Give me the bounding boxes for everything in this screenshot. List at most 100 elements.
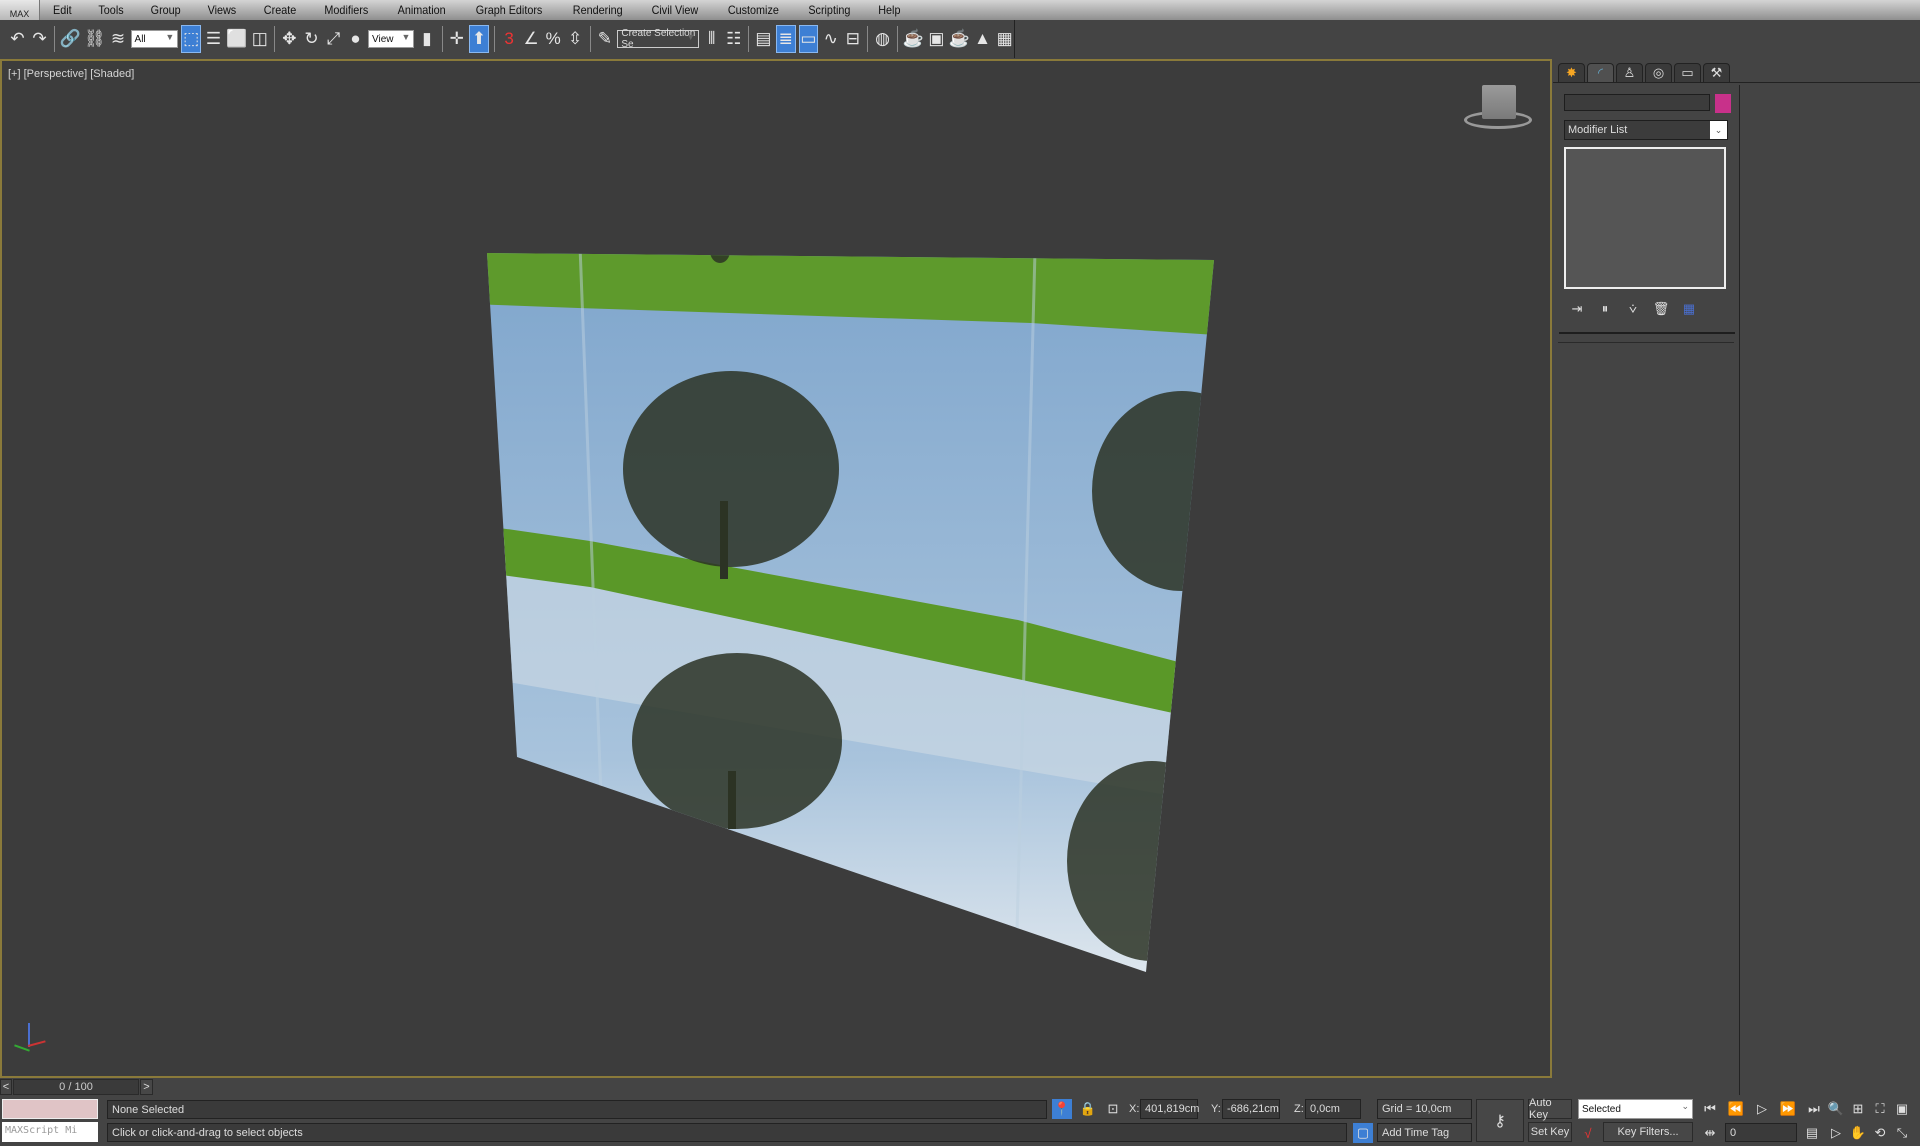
- zoom-extents-icon[interactable]: ⛶: [1870, 1099, 1890, 1119]
- menu-civil-view[interactable]: Civil View: [641, 3, 709, 17]
- rectangular-region-icon[interactable]: ⬜: [226, 25, 247, 53]
- time-tag-icon[interactable]: ▢: [1353, 1123, 1373, 1143]
- align-icon[interactable]: ☷: [724, 25, 743, 53]
- time-slider[interactable]: 0 / 100: [13, 1079, 139, 1095]
- render-in-cloud-icon[interactable]: ▦: [995, 25, 1014, 53]
- mirror-icon[interactable]: ⫴: [702, 25, 721, 53]
- select-by-name-icon[interactable]: ☰: [204, 25, 223, 53]
- go-to-end-icon[interactable]: ⏭: [1804, 1099, 1824, 1119]
- placement-icon[interactable]: ●: [346, 25, 365, 53]
- snaps-toggle-icon[interactable]: 3: [500, 25, 519, 53]
- object-color-swatch[interactable]: [1715, 94, 1731, 113]
- z-coordinate-field[interactable]: 0,0cm: [1305, 1099, 1361, 1119]
- manipulate-icon[interactable]: ✛: [447, 25, 466, 53]
- object-name-input[interactable]: [1564, 94, 1710, 111]
- ribbon-toggle-icon[interactable]: ▭: [798, 25, 819, 53]
- scale-icon[interactable]: ⤢: [324, 25, 343, 53]
- menu-views[interactable]: Views: [197, 3, 247, 17]
- motion-tab[interactable]: ◎: [1645, 63, 1672, 82]
- angle-snap-icon[interactable]: ∠: [522, 25, 541, 53]
- window-crossing-icon[interactable]: ◫: [250, 25, 269, 53]
- previous-frame-button[interactable]: <: [0, 1079, 12, 1095]
- view-cube[interactable]: [1460, 81, 1536, 133]
- layer-explorer-icon[interactable]: ▤: [754, 25, 773, 53]
- perspective-viewport[interactable]: [+] [Perspective] [Shaded]: [0, 59, 1552, 1078]
- y-coordinate-field[interactable]: -686,21cm: [1222, 1099, 1280, 1119]
- pin-stack-icon[interactable]: ⇥: [1567, 299, 1587, 319]
- named-selection-sets-dropdown[interactable]: Create Selection Se ▼: [617, 28, 700, 50]
- field-of-view-icon[interactable]: ▷: [1826, 1123, 1846, 1143]
- pan-view-icon[interactable]: ✋: [1848, 1123, 1868, 1143]
- selection-lock-icon[interactable]: 🔒: [1078, 1099, 1098, 1119]
- make-unique-icon[interactable]: ⩒: [1623, 299, 1643, 319]
- set-keys-key-icon[interactable]: ⚷: [1476, 1099, 1524, 1142]
- selection-filter-dropdown[interactable]: All ▼: [130, 30, 179, 48]
- menu-graph-editors[interactable]: Graph Editors: [465, 3, 553, 17]
- configure-sets-icon[interactable]: ▦: [1679, 299, 1699, 319]
- show-end-result-icon[interactable]: ⏸: [1595, 299, 1615, 319]
- x-coordinate-field[interactable]: 401,819cm: [1140, 1099, 1199, 1119]
- menu-group[interactable]: Group: [140, 3, 192, 17]
- menu-tools[interactable]: Tools: [87, 3, 134, 17]
- modifier-stack[interactable]: [1564, 147, 1726, 289]
- absolute-mode-icon[interactable]: ⊡: [1103, 1099, 1123, 1119]
- keyboard-shortcut-override-icon[interactable]: ⬆: [469, 25, 489, 53]
- rendered-frame-window-icon[interactable]: ▣: [927, 25, 946, 53]
- menu-customize[interactable]: Customize: [717, 3, 790, 17]
- set-key-button[interactable]: Set Key: [1528, 1122, 1572, 1142]
- isolate-selection-icon[interactable]: 📍: [1052, 1099, 1072, 1119]
- spinner-snap-icon[interactable]: ⇳: [566, 25, 585, 53]
- link-icon[interactable]: 🔗: [60, 25, 81, 53]
- modifier-list-dropdown[interactable]: Modifier List ⌄: [1564, 120, 1728, 140]
- remove-modifier-icon[interactable]: 🗑: [1651, 299, 1671, 319]
- menu-scripting[interactable]: Scripting: [797, 3, 861, 17]
- zoom-extents-all-icon[interactable]: ▣: [1892, 1099, 1912, 1119]
- menu-help[interactable]: Help: [867, 3, 911, 17]
- render-setup-icon[interactable]: ☕: [903, 25, 924, 53]
- maxscript-mini-listener[interactable]: MAXScript Mi: [2, 1122, 98, 1142]
- maximize-viewport-icon[interactable]: ⤡: [1892, 1123, 1912, 1143]
- modify-tab[interactable]: ◜: [1587, 63, 1614, 82]
- reference-coordinate-dropdown[interactable]: View ▼: [368, 30, 415, 48]
- bind-space-warp-icon[interactable]: ≋: [109, 25, 128, 53]
- menu-animation[interactable]: Animation: [386, 3, 456, 17]
- percent-snap-icon[interactable]: %: [544, 25, 563, 53]
- schematic-view-icon[interactable]: ⊟: [843, 25, 862, 53]
- select-object-icon[interactable]: ⬚: [181, 25, 201, 53]
- menu-create[interactable]: Create: [253, 3, 307, 17]
- render-iterative-icon[interactable]: ▲: [973, 25, 992, 53]
- key-mode-toggle-icon[interactable]: ⇹: [1700, 1123, 1720, 1143]
- previous-key-icon[interactable]: ⏪: [1726, 1099, 1746, 1119]
- next-key-icon[interactable]: ⏩: [1778, 1099, 1798, 1119]
- play-icon[interactable]: ▷: [1752, 1099, 1772, 1119]
- zoom-all-icon[interactable]: ⊞: [1848, 1099, 1868, 1119]
- unlink-icon[interactable]: ⛓: [84, 25, 106, 53]
- render-icon[interactable]: ☕: [949, 25, 970, 53]
- redo-icon[interactable]: ↷: [30, 25, 49, 53]
- material-editor-icon[interactable]: ◍: [873, 25, 892, 53]
- utilities-tab[interactable]: ⚒: [1703, 63, 1730, 82]
- menu-rendering[interactable]: Rendering: [562, 3, 633, 17]
- view-cube-box[interactable]: [1482, 85, 1516, 119]
- app-menu-button[interactable]: MAX: [0, 0, 40, 20]
- rotate-icon[interactable]: ↻: [302, 25, 321, 53]
- time-configuration-icon[interactable]: ▤: [1802, 1123, 1822, 1143]
- undo-icon[interactable]: ↶: [8, 25, 27, 53]
- maxscript-listener-output[interactable]: [2, 1099, 98, 1119]
- move-icon[interactable]: ✥: [280, 25, 299, 53]
- key-filters-button[interactable]: Key Filters...: [1603, 1122, 1693, 1142]
- textured-plane[interactable]: [472, 239, 1272, 981]
- zoom-icon[interactable]: 🔍: [1826, 1099, 1846, 1119]
- edit-named-selections-icon[interactable]: ✎: [595, 25, 614, 53]
- go-to-start-icon[interactable]: ⏮: [1700, 1099, 1720, 1119]
- pivot-center-icon[interactable]: ▮: [417, 25, 436, 53]
- next-frame-button[interactable]: >: [140, 1079, 153, 1095]
- auto-key-button[interactable]: Auto Key: [1528, 1097, 1572, 1121]
- key-mode-dropdown[interactable]: Selected ⌄: [1578, 1099, 1693, 1119]
- hierarchy-tab[interactable]: ♙: [1616, 63, 1643, 82]
- create-tab[interactable]: ✸: [1558, 63, 1585, 82]
- menu-modifiers[interactable]: Modifiers: [314, 3, 379, 17]
- display-tab[interactable]: ▭: [1674, 63, 1701, 82]
- scene-explorer-icon[interactable]: ≣: [775, 25, 796, 53]
- current-frame-field[interactable]: 0: [1725, 1123, 1797, 1142]
